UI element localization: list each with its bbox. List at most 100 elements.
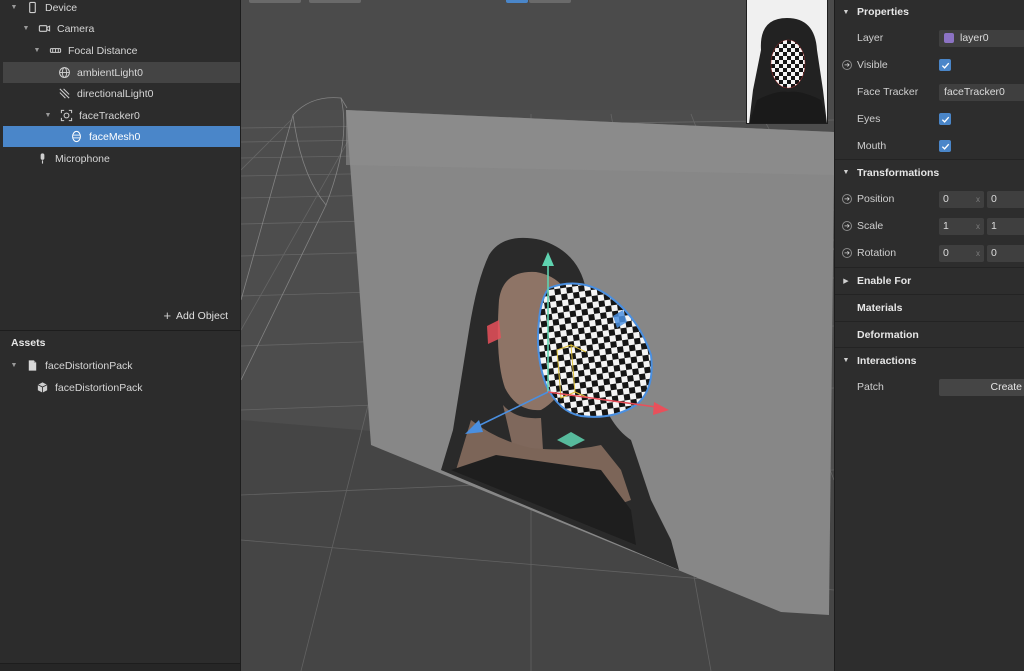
- axis-x-label: x: [976, 248, 980, 258]
- scale-y-field[interactable]: 1 y: [987, 217, 1024, 235]
- prop-label: Mouth: [857, 140, 887, 152]
- scene-panel: ▼ Device ▼ Camera ▼ Focal Distance ambie…: [0, 0, 240, 331]
- cube-icon: [35, 381, 49, 395]
- prop-mouth: Mouth: [835, 133, 1024, 159]
- section-transformations[interactable]: ▼ Transformations: [835, 159, 1024, 185]
- add-object-label: Add Object: [176, 310, 228, 322]
- expand-triangle-icon[interactable]: ▼: [43, 112, 53, 119]
- add-object-button[interactable]: + Add Object: [163, 308, 228, 323]
- axis-x-label: x: [976, 221, 980, 231]
- section-materials[interactable]: Materials: [835, 294, 1024, 320]
- face-tracker-value: faceTracker0: [944, 86, 1005, 98]
- visible-checkbox[interactable]: [939, 59, 951, 71]
- eyes-checkbox[interactable]: [939, 113, 951, 125]
- expand-triangle-icon[interactable]: ▼: [9, 362, 19, 369]
- rotation-y-value: 0: [991, 247, 997, 259]
- face-tracker-icon: [59, 109, 73, 123]
- prop-patch: Patch Create: [835, 374, 1024, 400]
- microphone-icon: [35, 152, 49, 166]
- tree-item-label: ambientLight0: [77, 66, 143, 79]
- prop-scale: ➔ Scale 1 x 1 y: [835, 213, 1024, 239]
- section-enable-for[interactable]: ▶ Enable For: [835, 267, 1024, 293]
- rotation-x-field[interactable]: 0 x: [939, 244, 984, 262]
- asset-item-pack-object[interactable]: faceDistortionPack: [3, 377, 240, 398]
- assets-title: Assets: [11, 337, 46, 349]
- prop-label: Position: [857, 193, 895, 205]
- asset-item-pack-folder[interactable]: ▼ faceDistortionPack: [3, 355, 240, 376]
- prop-position: ➔ Position 0 x 0 y: [835, 186, 1024, 212]
- layer-color-swatch: [944, 33, 954, 43]
- camera-preview-image: [747, 0, 827, 123]
- scale-x-value: 1: [943, 220, 949, 232]
- tree-item-label: Device: [45, 1, 78, 14]
- plus-icon: +: [163, 308, 172, 323]
- tree-item-label: faceTracker0: [79, 109, 140, 122]
- section-deformation[interactable]: Deformation: [835, 321, 1024, 347]
- tree-item-focal-distance[interactable]: ▼ Focal Distance: [3, 40, 240, 61]
- section-interactions[interactable]: ▼ Interactions: [835, 347, 1024, 373]
- face-tracker-dropdown[interactable]: faceTracker0: [939, 83, 1024, 101]
- tree-item-label: faceMesh0: [89, 130, 141, 143]
- prop-label: Eyes: [857, 113, 881, 125]
- prop-layer: Layer layer0: [835, 25, 1024, 51]
- inspector-panel: ▼ Properties Layer layer0 ➔ Visible Face…: [834, 0, 1024, 671]
- keyframe-arrow-icon[interactable]: ➔: [842, 60, 852, 70]
- scene-viewport[interactable]: [241, 0, 834, 671]
- expand-triangle-icon[interactable]: ▶: [835, 277, 857, 285]
- prop-label: Rotation: [857, 247, 897, 259]
- rotation-y-field[interactable]: 0 y: [987, 244, 1024, 262]
- collapse-triangle-icon[interactable]: ▼: [835, 169, 857, 176]
- checkmark-icon: [941, 143, 949, 150]
- expand-triangle-icon[interactable]: ▼: [21, 25, 31, 32]
- section-title: Enable For: [857, 274, 912, 287]
- camera-icon: [37, 22, 51, 36]
- face-mesh-icon: [69, 130, 83, 144]
- tree-item-label: Focal Distance: [68, 44, 138, 57]
- section-title: Interactions: [857, 354, 917, 367]
- position-y-field[interactable]: 0 y: [987, 190, 1024, 208]
- layer-dropdown[interactable]: layer0: [939, 29, 1024, 47]
- rotation-x-value: 0: [943, 247, 949, 259]
- collapse-triangle-icon[interactable]: ▼: [835, 9, 857, 16]
- keyframe-arrow-icon[interactable]: ➔: [842, 194, 852, 204]
- position-y-value: 0: [991, 193, 997, 205]
- expand-triangle-icon[interactable]: ▼: [9, 4, 19, 11]
- asset-item-label: faceDistortionPack: [55, 381, 143, 394]
- directional-light-icon: [57, 87, 71, 101]
- checkmark-icon: [941, 116, 949, 123]
- tree-item-ambient-light[interactable]: ambientLight0: [3, 62, 240, 83]
- asset-item-label: faceDistortionPack: [45, 359, 133, 372]
- file-icon: [25, 359, 39, 373]
- mouth-checkbox[interactable]: [939, 140, 951, 152]
- section-properties[interactable]: ▼ Properties: [835, 0, 1024, 25]
- collapse-triangle-icon[interactable]: ▼: [835, 357, 857, 364]
- prop-label: Face Tracker: [857, 86, 919, 98]
- create-patch-button[interactable]: Create: [939, 378, 1024, 396]
- tree-item-face-tracker[interactable]: ▼ faceTracker0: [3, 105, 240, 126]
- section-title: Deformation: [857, 328, 919, 341]
- tree-item-camera[interactable]: ▼ Camera: [3, 18, 240, 39]
- tree-item-device[interactable]: ▼ Device: [3, 0, 240, 18]
- layer-value: layer0: [960, 32, 989, 44]
- checkmark-icon: [941, 62, 949, 69]
- prop-rotation: ➔ Rotation 0 x 0 y: [835, 240, 1024, 266]
- prop-visible: ➔ Visible: [835, 52, 1024, 78]
- tree-item-microphone[interactable]: Microphone: [3, 148, 240, 169]
- left-panel-footer: [0, 663, 240, 671]
- create-label: Create: [990, 381, 1022, 393]
- camera-preview[interactable]: [746, 0, 828, 124]
- keyframe-arrow-icon[interactable]: ➔: [842, 221, 852, 231]
- position-x-field[interactable]: 0 x: [939, 190, 984, 208]
- tree-item-directional-light[interactable]: directionalLight0: [3, 83, 240, 104]
- prop-label: Visible: [857, 59, 888, 71]
- keyframe-arrow-icon[interactable]: ➔: [842, 248, 852, 258]
- position-x-value: 0: [943, 193, 949, 205]
- left-panel: ▼ Device ▼ Camera ▼ Focal Distance ambie…: [0, 0, 241, 671]
- scale-y-value: 1: [991, 220, 997, 232]
- tree-item-face-mesh[interactable]: faceMesh0: [3, 126, 240, 147]
- phone-icon: [25, 1, 39, 15]
- scale-x-field[interactable]: 1 x: [939, 217, 984, 235]
- focal-distance-icon: [48, 44, 62, 58]
- prop-label: Patch: [857, 381, 884, 393]
- expand-triangle-icon[interactable]: ▼: [32, 47, 42, 54]
